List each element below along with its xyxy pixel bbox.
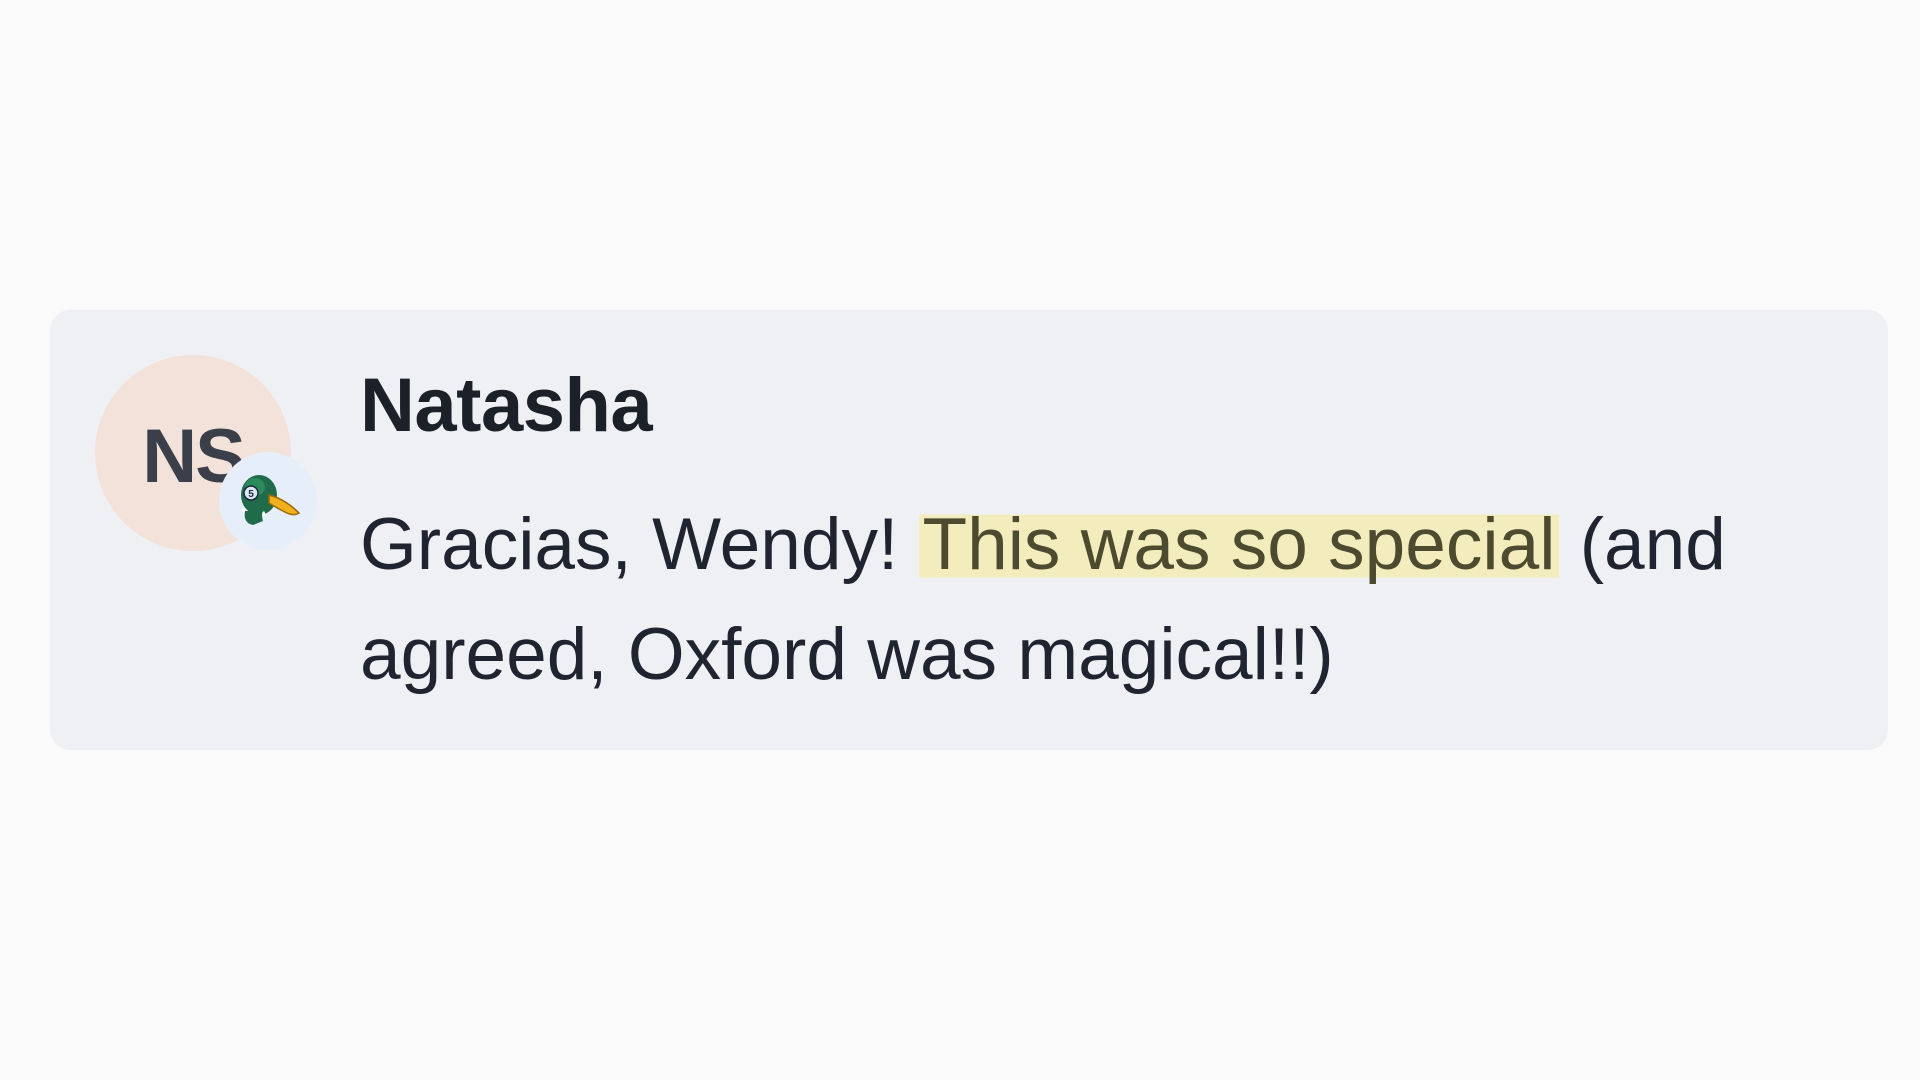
comment-content: Natasha Gracias, Wendy! This was so spec… [360,368,1828,710]
duck-icon: 5 [233,469,303,534]
comment-author[interactable]: Natasha [360,368,1828,444]
comment-card: NS 5 Natasha Gracias, Wendy! This was so… [50,310,1888,750]
avatar[interactable]: NS 5 [95,355,325,585]
message-highlight[interactable]: This was so special [918,504,1560,585]
svg-text:5: 5 [248,489,254,500]
duck-badge: 5 [219,452,317,550]
comment-message: Gracias, Wendy! This was so special (and… [360,490,1828,710]
message-text: Gracias, Wendy! [360,504,919,585]
